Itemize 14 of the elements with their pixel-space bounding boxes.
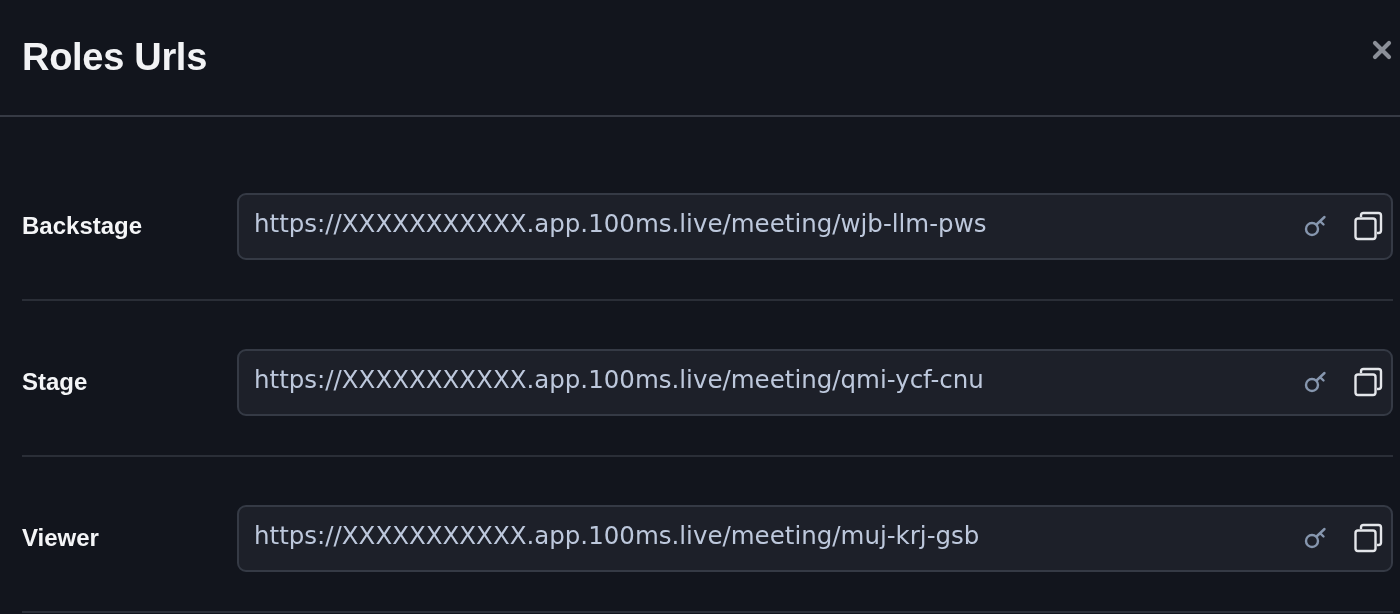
url-field[interactable]: https://XXXXXXXXXXX.app.100ms.live/meeting/qmi-ycf-cnu xyxy=(237,348,1393,416)
copy-icon[interactable] xyxy=(1353,523,1383,553)
role-label: Stage xyxy=(22,368,89,396)
role-label: Viewer xyxy=(22,524,100,552)
url-field[interactable]: https://XXXXXXXXXXX.app.100ms.live/meeting/muj-krj-gsb xyxy=(237,504,1393,572)
url-text: https://XXXXXXXXXXX.app.100ms.live/meeting/muj-krj-gsb xyxy=(254,520,981,550)
role-label: Backstage xyxy=(22,212,144,240)
copy-icon[interactable] xyxy=(1353,367,1383,397)
url-text: https://XXXXXXXXXXX.app.100ms.live/meeting/wjb-llm-pws xyxy=(254,208,988,238)
copy-icon[interactable] xyxy=(1353,211,1383,241)
url-field[interactable]: https://XXXXXXXXXXX.app.100ms.live/meeting/wjb-llm-pws xyxy=(237,192,1393,260)
close-icon[interactable] xyxy=(1372,39,1392,60)
dialog-title: Roles Urls xyxy=(22,36,207,79)
url-text: https://XXXXXXXXXXX.app.100ms.live/meeting/qmi-ycf-cnu xyxy=(254,364,985,394)
